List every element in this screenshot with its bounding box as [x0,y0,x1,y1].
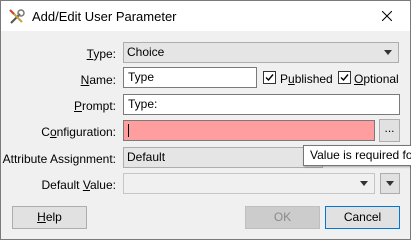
name-input[interactable]: Type [123,67,257,88]
checkmark-icon [265,74,274,82]
default-value-select[interactable] [123,173,375,194]
close-icon [382,11,392,21]
fme-tools-icon [8,8,26,26]
checkmark-icon [340,74,349,82]
published-label: Published [280,72,333,86]
optional-checkbox[interactable] [338,71,351,84]
close-button[interactable] [364,1,410,31]
ok-button[interactable]: OK [245,206,320,229]
type-select[interactable]: Choice [123,42,399,63]
type-select-value: Choice [127,45,165,59]
attribute-assignment-value: Default [127,150,166,164]
title-bar: Add/Edit User Parameter [1,1,410,31]
configuration-browse-button[interactable]: ... [379,119,400,142]
dialog-title: Add/Edit User Parameter [32,9,177,24]
name-label: Name: [80,73,116,87]
chevron-down-icon [386,181,394,186]
configuration-input[interactable] [123,120,375,141]
optional-label: Optional [354,72,399,86]
chevron-down-icon [360,181,368,186]
type-label: Type: [86,47,116,61]
attribute-assignment-select[interactable]: Default [123,147,323,168]
text-cursor [128,124,129,138]
default-value-label: Default Value: [41,178,116,192]
chevron-down-icon [384,50,392,55]
validation-tooltip: Value is required fo [303,145,411,166]
prompt-input[interactable]: Type: [123,94,400,115]
cancel-button[interactable]: Cancel [325,206,400,229]
dialog-window: Add/Edit User Parameter Type: Choice Nam… [0,0,411,240]
attribute-assignment-label: Attribute Assignment: [2,152,116,166]
prompt-label: Prompt: [73,99,116,113]
help-button[interactable]: Help [12,206,87,229]
published-checkbox[interactable] [263,71,276,84]
default-value-menu-button[interactable] [380,173,400,194]
configuration-label: Configuration: [41,125,116,139]
